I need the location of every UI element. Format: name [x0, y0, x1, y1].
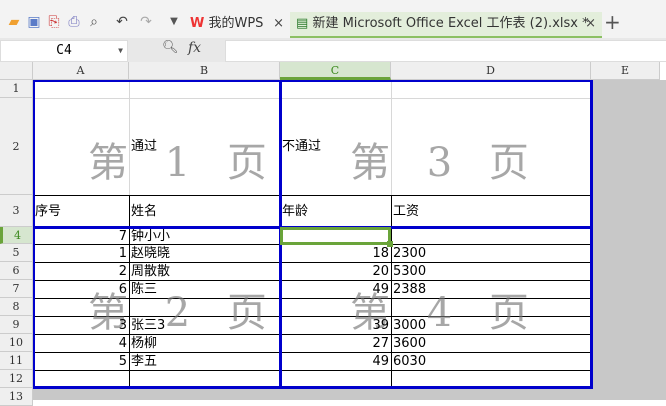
- cell[interactable]: 39: [280, 317, 391, 334]
- cell[interactable]: 5300: [391, 263, 591, 280]
- select-all-corner[interactable]: [0, 62, 33, 80]
- row-header-8[interactable]: 8: [0, 298, 33, 316]
- print-area-border: [590, 80, 593, 389]
- non-print-area: [591, 80, 666, 400]
- gridline: [33, 98, 591, 99]
- cell-B2[interactable]: 通过: [129, 138, 159, 155]
- cell[interactable]: 20: [280, 263, 391, 280]
- header-cell[interactable]: 年龄: [280, 203, 310, 220]
- page-watermark: 第 3 页: [350, 140, 541, 186]
- cell[interactable]: 张三3: [129, 317, 280, 334]
- wps-logo-icon: W: [190, 16, 205, 31]
- fill-handle[interactable]: [387, 241, 393, 247]
- header-cell[interactable]: 序号: [33, 203, 63, 220]
- tab-workbook[interactable]: ▤ 新建 Microsoft Office Excel 工作表 (2).xlsx…: [290, 12, 602, 38]
- cell[interactable]: 4: [33, 335, 129, 352]
- redo-icon[interactable]: ↷: [138, 14, 154, 30]
- cell[interactable]: 18: [280, 245, 391, 262]
- row-header-9[interactable]: 9: [0, 316, 33, 334]
- cell[interactable]: 周散散: [129, 263, 280, 280]
- header-cell[interactable]: 姓名: [129, 203, 159, 220]
- cell[interactable]: 7: [33, 228, 129, 245]
- cell[interactable]: 1: [33, 245, 129, 262]
- row-header-1[interactable]: 1: [0, 80, 33, 98]
- tab-label: 新建 Microsoft Office Excel 工作表 (2).xlsx *: [312, 16, 589, 31]
- cell[interactable]: 2300: [391, 245, 591, 262]
- cell[interactable]: 6030: [391, 353, 591, 370]
- tab-my-wps[interactable]: W 我的WPS ×: [184, 12, 290, 36]
- formula-input[interactable]: [225, 40, 666, 62]
- column-header-E[interactable]: E: [591, 62, 660, 80]
- row-header-11[interactable]: 11: [0, 352, 33, 370]
- chevron-down-icon[interactable]: ▼: [118, 41, 123, 61]
- cell[interactable]: 3: [33, 317, 129, 334]
- fx-icon[interactable]: fx: [188, 40, 201, 56]
- row-header-13[interactable]: 13: [0, 388, 33, 406]
- cell[interactable]: 49: [280, 281, 391, 298]
- cell-border: [33, 298, 591, 299]
- cell-border: [33, 195, 591, 196]
- cell[interactable]: 陈三: [129, 281, 280, 298]
- save-icon[interactable]: ▣: [26, 14, 42, 30]
- cell[interactable]: 赵晓晓: [129, 245, 280, 262]
- print-preview-icon[interactable]: ⌕: [86, 14, 102, 30]
- dropdown-icon[interactable]: ▼: [166, 14, 182, 30]
- row-header-4[interactable]: 4: [0, 227, 33, 244]
- row-header-3[interactable]: 3: [0, 195, 33, 227]
- print-area-border: [33, 80, 592, 82]
- name-box[interactable]: C4 ▼: [0, 40, 128, 62]
- export-pdf-icon[interactable]: ⎘: [46, 14, 62, 30]
- row-header-10[interactable]: 10: [0, 334, 33, 352]
- row-header-12[interactable]: 12: [0, 370, 33, 388]
- print-area-border: [33, 80, 35, 389]
- print-area-border: [33, 386, 592, 389]
- column-header-A[interactable]: A: [33, 62, 129, 80]
- zoom-formula-icon[interactable]: 🔍︎: [162, 40, 179, 55]
- column-header-D[interactable]: D: [391, 62, 591, 80]
- cell[interactable]: 李五: [129, 353, 280, 370]
- non-print-area: [33, 388, 666, 400]
- cell[interactable]: 27: [280, 335, 391, 352]
- cell-C2[interactable]: 不通过: [280, 138, 323, 155]
- cell[interactable]: 2: [33, 263, 129, 280]
- row-header-6[interactable]: 6: [0, 262, 33, 280]
- close-icon[interactable]: ×: [273, 12, 284, 36]
- column-header-C[interactable]: C: [280, 62, 391, 80]
- open-icon[interactable]: ▰: [6, 14, 22, 30]
- cell[interactable]: 2388: [391, 281, 591, 298]
- cell[interactable]: 6: [33, 281, 129, 298]
- row-header-2[interactable]: 2: [0, 98, 33, 195]
- cell[interactable]: 杨柳: [129, 335, 280, 352]
- cell[interactable]: 钟小小: [129, 228, 280, 245]
- page-watermark: 第 1 页: [88, 140, 279, 186]
- close-icon[interactable]: ×: [585, 12, 596, 36]
- undo-icon[interactable]: ↶: [114, 14, 130, 30]
- cell[interactable]: 3000: [391, 317, 591, 334]
- row-header-5[interactable]: 5: [0, 244, 33, 262]
- excel-file-icon: ▤: [296, 16, 309, 31]
- new-tab-icon[interactable]: +: [604, 10, 621, 34]
- cell[interactable]: 49: [280, 353, 391, 370]
- cell[interactable]: 5: [33, 353, 129, 370]
- print-icon[interactable]: ⎙: [66, 14, 82, 30]
- row-header-7[interactable]: 7: [0, 280, 33, 298]
- active-cell-C4[interactable]: [280, 227, 391, 245]
- header-cell[interactable]: 工资: [391, 203, 421, 220]
- name-box-value: C4: [56, 43, 72, 58]
- column-header-B[interactable]: B: [129, 62, 280, 80]
- cell[interactable]: 3600: [391, 335, 591, 352]
- cell-border: [33, 370, 591, 371]
- tab-label: 我的WPS: [208, 16, 264, 31]
